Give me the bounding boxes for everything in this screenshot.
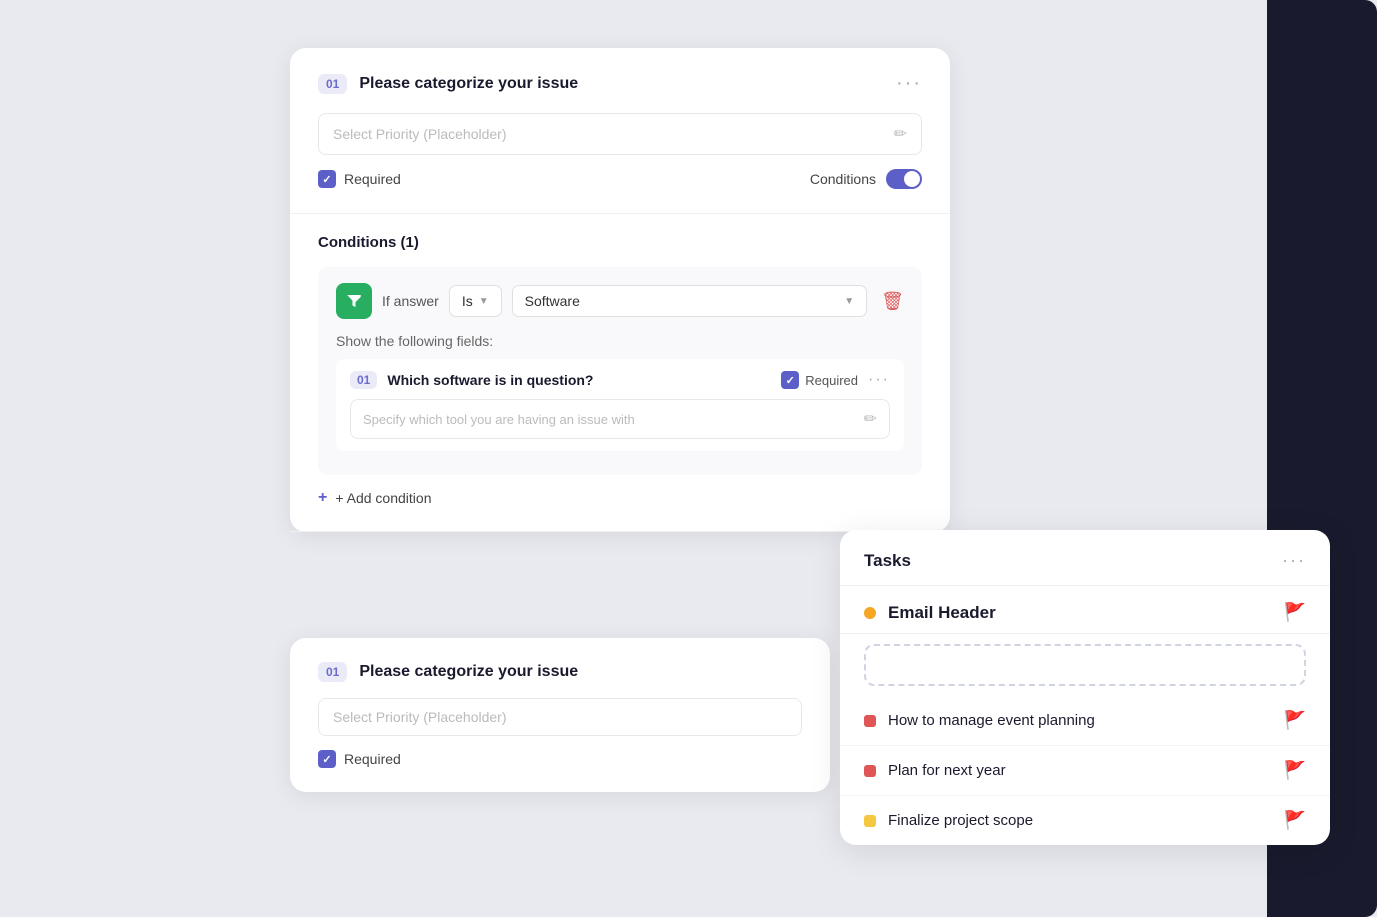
is-chevron: ▼ bbox=[479, 296, 489, 307]
task-item-2[interactable]: Plan for next year 🚩 bbox=[840, 746, 1330, 796]
drop-zone bbox=[864, 644, 1306, 686]
if-answer-label: If answer bbox=[382, 293, 439, 309]
is-select[interactable]: Is ▼ bbox=[449, 285, 502, 317]
task1-label: How to manage event planning bbox=[888, 712, 1272, 729]
second-priority-placeholder: Select Priority (Placeholder) bbox=[333, 709, 787, 725]
show-fields-label: Show the following fields: bbox=[336, 333, 904, 349]
email-header-flag-icon: 🚩 bbox=[1284, 602, 1306, 623]
second-required-checkbox[interactable] bbox=[318, 750, 336, 768]
priority-input-row[interactable]: Select Priority (Placeholder) ✏ bbox=[318, 113, 922, 155]
categorize-section: 01 Please categorize your issue ··· Sele… bbox=[290, 48, 950, 214]
task3-label: Finalize project scope bbox=[888, 812, 1272, 829]
task3-dot bbox=[864, 815, 876, 827]
second-step-badge: 01 bbox=[318, 662, 347, 682]
priority-placeholder: Select Priority (Placeholder) bbox=[333, 126, 894, 142]
task2-dot bbox=[864, 765, 876, 777]
options-row: Required Conditions bbox=[318, 169, 922, 189]
field-placeholder-row: Specify which tool you are having an iss… bbox=[350, 399, 890, 439]
filter-icon-box bbox=[336, 283, 372, 319]
orange-dot bbox=[864, 607, 876, 619]
task2-label: Plan for next year bbox=[888, 762, 1272, 779]
email-header-label: Email Header bbox=[888, 603, 1272, 623]
section-menu-dots[interactable]: ··· bbox=[896, 72, 922, 95]
section-header: 01 Please categorize your issue ··· bbox=[318, 72, 922, 95]
add-condition-label: + Add condition bbox=[335, 490, 431, 506]
task1-flag-icon: 🚩 bbox=[1284, 710, 1306, 731]
is-value: Is bbox=[462, 293, 473, 309]
field-required-label: Required bbox=[805, 373, 858, 388]
field-dots-menu[interactable]: ··· bbox=[868, 371, 890, 389]
task-item-3[interactable]: Finalize project scope 🚩 bbox=[840, 796, 1330, 845]
second-section-header: 01 Please categorize your issue bbox=[318, 662, 802, 682]
software-value: Software bbox=[525, 293, 580, 309]
section-title: Please categorize your issue bbox=[359, 75, 578, 93]
field-placeholder-text: Specify which tool you are having an iss… bbox=[363, 412, 864, 427]
second-section-title: Please categorize your issue bbox=[359, 663, 578, 681]
field-item: 01 Which software is in question? Requir… bbox=[336, 359, 904, 451]
add-plus-icon: + bbox=[318, 489, 327, 507]
field-edit-icon[interactable]: ✏ bbox=[864, 409, 877, 429]
filter-icon bbox=[345, 292, 363, 310]
software-chevron: ▼ bbox=[844, 296, 854, 307]
tasks-title: Tasks bbox=[864, 551, 911, 571]
title-group: 01 Please categorize your issue bbox=[318, 74, 578, 94]
software-select[interactable]: Software ▼ bbox=[512, 285, 868, 317]
task-item-1[interactable]: How to manage event planning 🚩 bbox=[840, 696, 1330, 746]
second-form-card: 01 Please categorize your issue Select P… bbox=[290, 638, 830, 792]
email-header-row: Email Header 🚩 bbox=[840, 586, 1330, 634]
required-checkbox[interactable] bbox=[318, 170, 336, 188]
required-label: Required bbox=[344, 171, 401, 187]
field-name: Which software is in question? bbox=[387, 372, 771, 388]
conditions-title: Conditions (1) bbox=[318, 234, 922, 251]
conditions-toggle[interactable] bbox=[886, 169, 922, 189]
tasks-header: Tasks ··· bbox=[840, 530, 1330, 586]
condition-row: If answer Is ▼ Software ▼ 🗑 bbox=[336, 283, 904, 319]
field-item-header: 01 Which software is in question? Requir… bbox=[350, 371, 890, 389]
second-required-label: Required bbox=[344, 751, 401, 767]
conditions-group: Conditions bbox=[810, 169, 922, 189]
task3-flag-icon: 🚩 bbox=[1284, 810, 1306, 831]
field-step-badge: 01 bbox=[350, 371, 377, 389]
tasks-dots-menu[interactable]: ··· bbox=[1282, 550, 1306, 571]
task1-dot bbox=[864, 715, 876, 727]
main-form-card: 01 Please categorize your issue ··· Sele… bbox=[290, 48, 950, 532]
required-group: Required bbox=[318, 170, 401, 188]
second-required-group: Required bbox=[318, 750, 802, 768]
task2-flag-icon: 🚩 bbox=[1284, 760, 1306, 781]
second-priority-input-row[interactable]: Select Priority (Placeholder) bbox=[318, 698, 802, 736]
tasks-card: Tasks ··· Email Header 🚩 How to manage e… bbox=[840, 530, 1330, 845]
edit-icon[interactable]: ✏ bbox=[894, 124, 907, 144]
delete-condition-icon[interactable]: 🗑 bbox=[881, 291, 904, 312]
conditions-section: Conditions (1) If answer Is ▼ Software ▼ bbox=[290, 214, 950, 532]
second-title-group: 01 Please categorize your issue bbox=[318, 662, 578, 682]
conditions-label: Conditions bbox=[810, 171, 876, 187]
field-required-group: Required bbox=[781, 371, 858, 389]
condition-box: If answer Is ▼ Software ▼ 🗑 Show the fol… bbox=[318, 267, 922, 475]
step-badge: 01 bbox=[318, 74, 347, 94]
field-required-checkbox[interactable] bbox=[781, 371, 799, 389]
add-condition-row[interactable]: + + Add condition bbox=[318, 489, 922, 507]
